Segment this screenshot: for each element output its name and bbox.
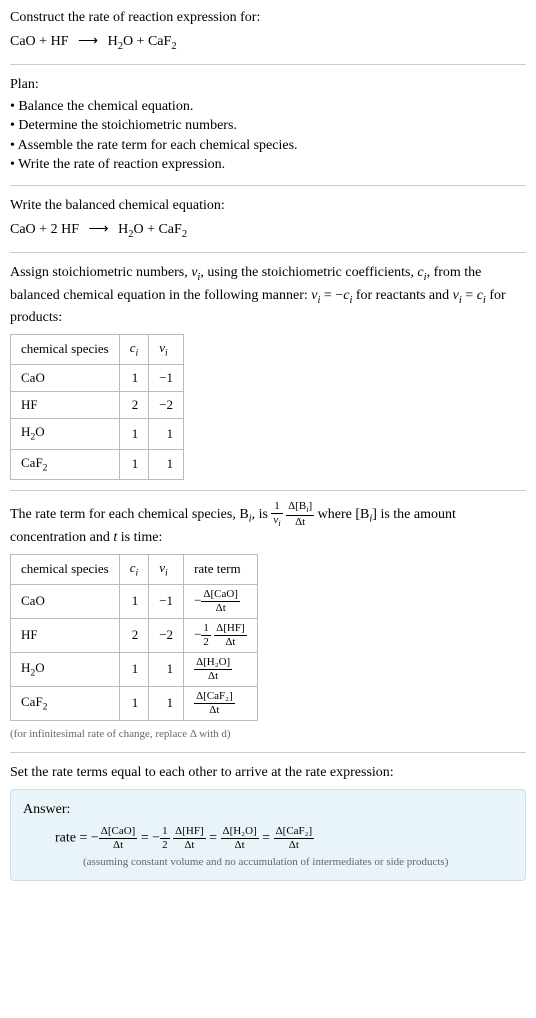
cell-nu: 1 xyxy=(149,449,184,479)
cell-nu: −2 xyxy=(149,619,184,653)
plus: + xyxy=(147,222,158,237)
answer-label: Answer: xyxy=(23,800,513,820)
product-1: H2O xyxy=(108,34,134,49)
fraction: 1νi xyxy=(271,501,282,528)
plan-item: Assemble the rate term for each chemical… xyxy=(10,136,526,156)
cell-nu: 1 xyxy=(149,419,184,449)
divider xyxy=(10,490,526,491)
table-row: CaO 1 −1 xyxy=(11,364,184,391)
cell-rate: −12 Δ[HF]Δt xyxy=(184,619,258,653)
cell-c: 1 xyxy=(119,585,149,619)
cell-c: 1 xyxy=(119,419,149,449)
rateterm-section: The rate term for each chemical species,… xyxy=(10,501,526,743)
cell-nu: −1 xyxy=(149,364,184,391)
plus: + xyxy=(39,222,50,237)
plan-section: Plan: Balance the chemical equation. Det… xyxy=(10,75,526,175)
plan-item: Balance the chemical equation. xyxy=(10,97,526,117)
col-nu: νi xyxy=(149,334,184,364)
arrow-icon: ⟶ xyxy=(78,34,98,49)
final-intro: Set the rate terms equal to each other t… xyxy=(10,763,526,783)
stoich-intro: Assign stoichiometric numbers, νi, using… xyxy=(10,263,526,328)
rateterm-note: (for infinitesimal rate of change, repla… xyxy=(10,727,526,742)
col-rate: rate term xyxy=(184,554,258,584)
table-row: CaF2 1 1 Δ[CaF₂]Δt xyxy=(11,687,258,721)
cell-species: HF xyxy=(11,392,120,419)
table-row: H2O 1 1 Δ[H₂O]Δt xyxy=(11,653,258,687)
cell-species: CaO xyxy=(11,585,120,619)
cell-rate: −Δ[CaO]Δt xyxy=(184,585,258,619)
cell-c: 1 xyxy=(119,449,149,479)
coef: 2 xyxy=(51,222,58,237)
header-section: Construct the rate of reaction expressio… xyxy=(10,8,526,54)
cell-nu: −2 xyxy=(149,392,184,419)
table-row: CaO 1 −1 −Δ[CaO]Δt xyxy=(11,585,258,619)
table-header-row: chemical species ci νi xyxy=(11,334,184,364)
answer-box: Answer: rate = −Δ[CaO]Δt = −12 Δ[HF]Δt =… xyxy=(10,789,526,881)
cell-rate: Δ[CaF₂]Δt xyxy=(184,687,258,721)
balanced-section: Write the balanced chemical equation: Ca… xyxy=(10,196,526,242)
cell-c: 1 xyxy=(119,653,149,687)
col-c: ci xyxy=(119,334,149,364)
arrow-icon: ⟶ xyxy=(88,222,108,237)
divider xyxy=(10,252,526,253)
table-header-row: chemical species ci νi rate term xyxy=(11,554,258,584)
cell-nu: 1 xyxy=(149,653,184,687)
plus: + xyxy=(39,34,50,49)
cell-species: CaO xyxy=(11,364,120,391)
reactant-1: CaO xyxy=(10,34,36,49)
rate-expression: rate = −Δ[CaO]Δt = −12 Δ[HF]Δt = Δ[H₂O]Δ… xyxy=(55,826,513,851)
cell-species: H2O xyxy=(11,419,120,449)
answer-note: (assuming constant volume and no accumul… xyxy=(83,855,513,870)
reactant-2: HF xyxy=(51,34,69,49)
cell-species: CaF2 xyxy=(11,687,120,721)
cell-c: 1 xyxy=(119,687,149,721)
table-row: HF 2 −2 −12 Δ[HF]Δt xyxy=(11,619,258,653)
cell-nu: 1 xyxy=(149,687,184,721)
col-species: chemical species xyxy=(11,554,120,584)
table-row: H2O 1 1 xyxy=(11,419,184,449)
divider xyxy=(10,185,526,186)
plan-label: Plan: xyxy=(10,75,526,95)
cell-c: 2 xyxy=(119,619,149,653)
cell-rate: Δ[H₂O]Δt xyxy=(184,653,258,687)
cell-c: 1 xyxy=(119,364,149,391)
cell-species: CaF2 xyxy=(11,449,120,479)
cell-species: HF xyxy=(11,619,120,653)
cell-species: H2O xyxy=(11,653,120,687)
plan-item: Determine the stoichiometric numbers. xyxy=(10,116,526,136)
fraction: Δ[Bi]Δt xyxy=(286,501,314,528)
col-c: ci xyxy=(119,554,149,584)
cell-c: 2 xyxy=(119,392,149,419)
reactant-1: CaO xyxy=(10,222,36,237)
prompt-text: Construct the rate of reaction expressio… xyxy=(10,8,526,28)
rateterm-table: chemical species ci νi rate term CaO 1 −… xyxy=(10,554,258,721)
table-row: CaF2 1 1 xyxy=(11,449,184,479)
unbalanced-equation: CaO + HF ⟶ H2O + CaF2 xyxy=(10,32,526,54)
balanced-equation: CaO + 2 HF ⟶ H2O + CaF2 xyxy=(10,220,526,242)
product-2: CaF2 xyxy=(158,222,187,237)
reactant-2: HF xyxy=(61,222,79,237)
plus: + xyxy=(137,34,148,49)
product-1: H2O xyxy=(118,222,144,237)
product-2: CaF2 xyxy=(148,34,177,49)
plan-item: Write the rate of reaction expression. xyxy=(10,155,526,175)
final-section: Set the rate terms equal to each other t… xyxy=(10,763,526,881)
stoich-section: Assign stoichiometric numbers, νi, using… xyxy=(10,263,526,480)
table-row: HF 2 −2 xyxy=(11,392,184,419)
rateterm-intro: The rate term for each chemical species,… xyxy=(10,501,526,548)
cell-nu: −1 xyxy=(149,585,184,619)
col-species: chemical species xyxy=(11,334,120,364)
col-nu: νi xyxy=(149,554,184,584)
divider xyxy=(10,64,526,65)
divider xyxy=(10,752,526,753)
balanced-intro: Write the balanced chemical equation: xyxy=(10,196,526,216)
stoich-table: chemical species ci νi CaO 1 −1 HF 2 −2 … xyxy=(10,334,184,480)
plan-list: Balance the chemical equation. Determine… xyxy=(10,97,526,175)
